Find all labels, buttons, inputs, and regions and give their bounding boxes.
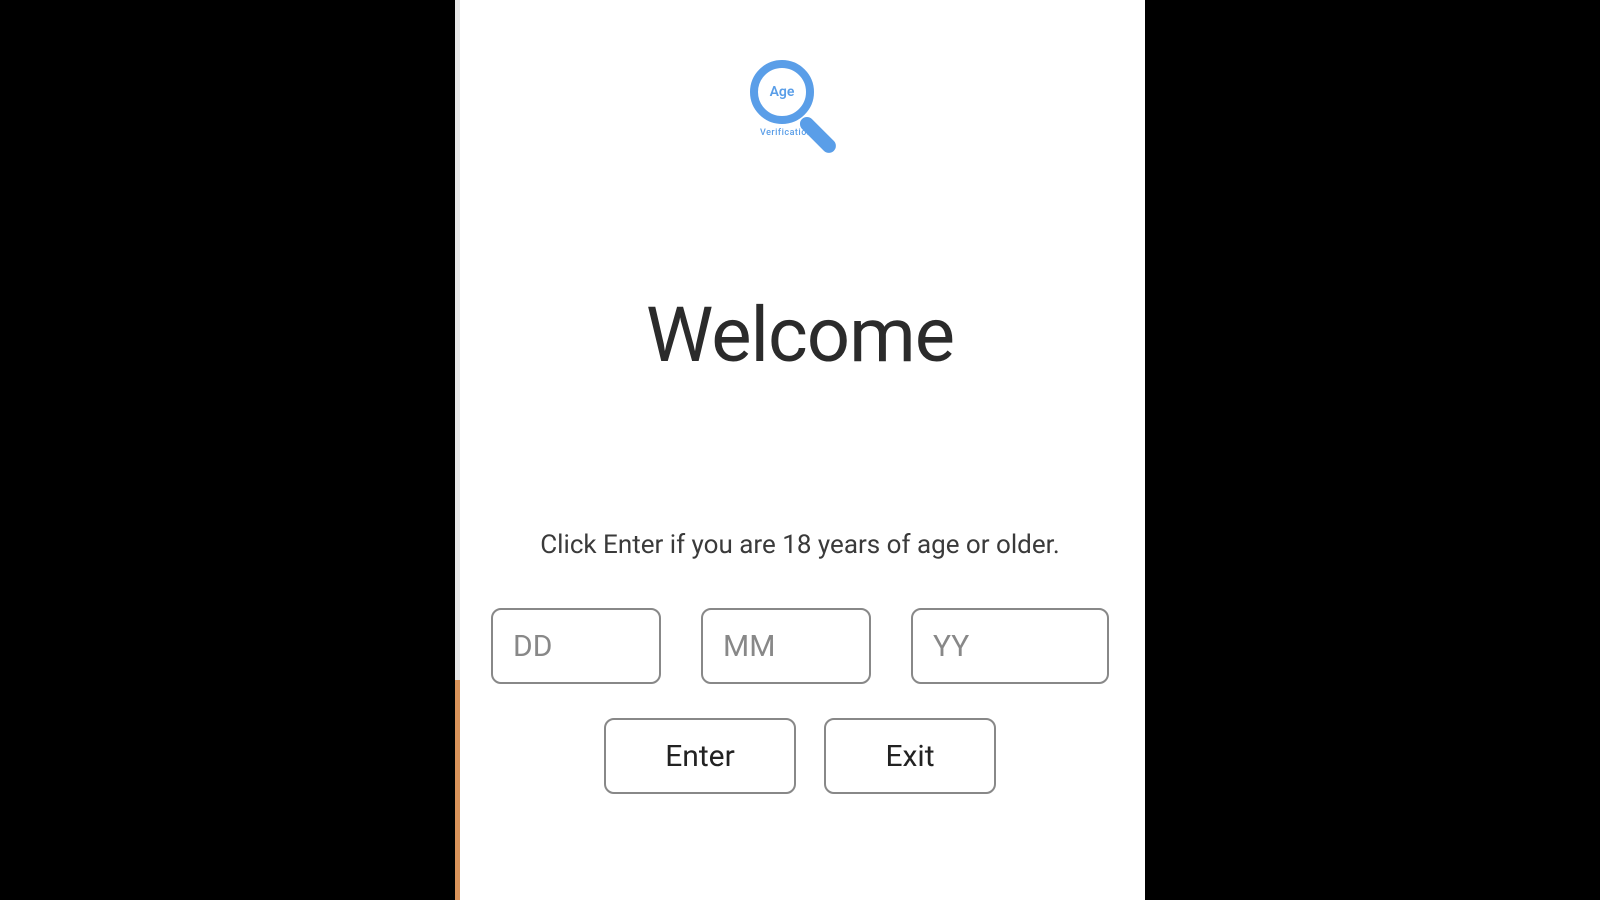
- logo-verification-text: Verification: [760, 128, 812, 138]
- left-edge-orange-decoration: [455, 680, 460, 900]
- logo-age-text: Age: [770, 84, 795, 100]
- magnifier-lens-icon: Age: [750, 60, 814, 124]
- date-inputs-row: [491, 608, 1109, 684]
- action-buttons-row: Enter Exit: [604, 718, 996, 794]
- age-verification-modal: Age Verification Welcome Click Enter if …: [455, 0, 1145, 900]
- welcome-heading: Welcome: [646, 290, 954, 380]
- year-input[interactable]: [911, 608, 1109, 684]
- month-input[interactable]: [701, 608, 871, 684]
- age-instruction-text: Click Enter if you are 18 years of age o…: [540, 530, 1059, 560]
- enter-button[interactable]: Enter: [604, 718, 796, 794]
- day-input[interactable]: [491, 608, 661, 684]
- exit-button[interactable]: Exit: [824, 718, 996, 794]
- age-verification-logo: Age Verification: [750, 60, 850, 160]
